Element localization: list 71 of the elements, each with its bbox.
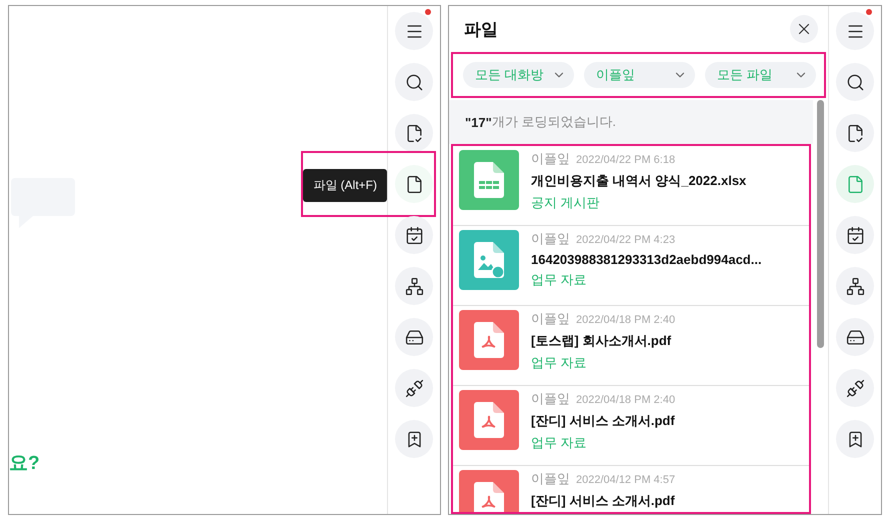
timestamp: 2022/04/18 PM 2:40 — [576, 314, 676, 326]
sidebar-button[interactable] — [395, 165, 433, 203]
sidebar-button[interactable] — [836, 216, 874, 254]
spreadsheet-icon — [474, 162, 504, 198]
file-item[interactable]: 이플잎 2022/04/22 PM 4:23 164203988381293313d2aebd994acd... 업무 자료 — [453, 226, 809, 306]
sidebar-button[interactable] — [395, 318, 433, 356]
filter-dropdown[interactable]: 모든 파일 — [705, 62, 816, 88]
search-icon — [846, 72, 864, 92]
category-link[interactable]: 업무 자료 — [531, 434, 676, 452]
heading-text: 요? — [9, 452, 41, 476]
file-item[interactable]: 이플잎 2022/04/22 PM 6:18 개인비용지출 내역서 양식_2022.xlsx 공지 게시판 — [453, 146, 809, 226]
loaded-count-text: "17"개가 로딩되었습니다. — [449, 100, 813, 144]
filter-dropdown[interactable]: 이플잎 — [584, 62, 695, 88]
author-name: 이플잎 — [531, 150, 570, 168]
sidebar-button[interactable] — [395, 369, 433, 407]
timestamp: 2022/04/12 PM 4:57 — [576, 474, 676, 486]
author-name: 이플잎 — [531, 310, 570, 328]
checked-document-icon — [846, 124, 864, 142]
checked-document-icon — [404, 124, 424, 142]
file-item[interactable]: 이플잎 2022/04/12 PM 4:57 [잔디] 서비스 소개서.pdf — [453, 466, 809, 512]
drive-icon — [404, 328, 424, 346]
notification-dot — [866, 9, 872, 15]
sidebar-button[interactable] — [836, 12, 874, 50]
close-button[interactable] — [790, 15, 818, 43]
drive-icon — [846, 328, 864, 346]
sidebar-button[interactable] — [395, 12, 433, 50]
sidebar-button[interactable] — [395, 267, 433, 305]
file-name: [잔디] 서비스 소개서.pdf — [531, 492, 676, 510]
file-item[interactable]: 이플잎 2022/04/18 PM 2:40 [잔디] 서비스 소개서.pdf 업무 자료 — [453, 386, 809, 466]
category-link[interactable]: 공지 게시판 — [531, 194, 746, 212]
search-icon — [404, 72, 424, 92]
sidebar-button[interactable] — [395, 114, 433, 152]
sidebar-button[interactable] — [836, 420, 874, 458]
timestamp: 2022/04/22 PM 6:18 — [576, 154, 676, 166]
file-name: 개인비용지출 내역서 양식_2022.xlsx — [531, 172, 746, 190]
author-name: 이플잎 — [531, 230, 570, 248]
file-name: 164203988381293313d2aebd994acd... — [531, 252, 762, 267]
sidebar-button[interactable] — [836, 63, 874, 101]
file-name: [토스랩] 회사소개서.pdf — [531, 332, 672, 350]
scrollbar-thumb[interactable] — [817, 100, 824, 348]
plug-icon — [846, 378, 864, 398]
filter-dropdown[interactable]: 모든 대화방 — [463, 62, 574, 88]
sidebar-button[interactable] — [836, 318, 874, 356]
calendar-check-icon — [404, 226, 424, 244]
author-name: 이플잎 — [531, 390, 570, 408]
plug-icon — [404, 378, 424, 398]
timestamp: 2022/04/18 PM 2:40 — [576, 394, 676, 406]
pdf-icon — [474, 322, 504, 358]
tooltip: 파일 (Alt+F) — [303, 169, 387, 202]
sidebar-button[interactable] — [836, 114, 874, 152]
category-link[interactable]: 업무 자료 — [531, 354, 676, 372]
notification-dot — [425, 9, 431, 15]
timestamp: 2022/04/22 PM 4:23 — [576, 234, 676, 246]
org-chart-icon — [846, 276, 864, 296]
file-item[interactable]: 이플잎 2022/04/18 PM 2:40 [토스랩] 회사소개서.pdf 업무 자료 — [453, 306, 809, 386]
calendar-check-icon — [846, 226, 864, 244]
category-link[interactable]: 업무 자료 — [531, 271, 762, 289]
file-icon — [404, 174, 424, 194]
sidebar-button[interactable] — [836, 369, 874, 407]
image-file-icon — [474, 242, 504, 278]
panel-title: 파일 — [464, 18, 498, 40]
sidebar-button[interactable] — [395, 420, 433, 458]
file-icon — [846, 174, 864, 194]
sidebar-button[interactable] — [836, 267, 874, 305]
pdf-icon — [474, 402, 504, 438]
author-name: 이플잎 — [531, 470, 570, 488]
pdf-icon — [474, 482, 504, 512]
org-chart-icon — [404, 276, 424, 296]
file-name: [잔디] 서비스 소개서.pdf — [531, 412, 676, 430]
sidebar-button[interactable] — [395, 63, 433, 101]
sidebar-button[interactable] — [395, 216, 433, 254]
